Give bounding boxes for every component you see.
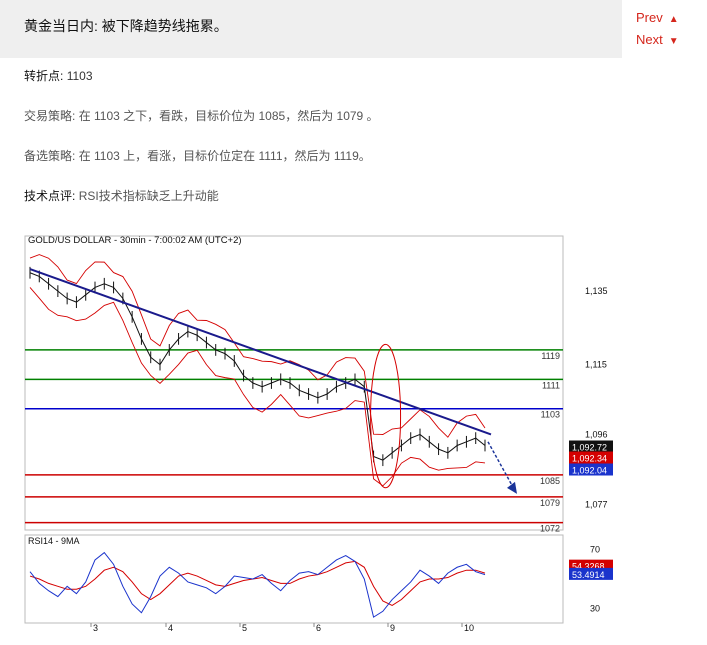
x-tick-label: 5 xyxy=(242,623,247,633)
price-tag-label: 1,092.04 xyxy=(572,466,607,476)
level-label-1103: 1103 xyxy=(541,410,560,420)
rsi-tag-label: 53.4914 xyxy=(572,570,605,580)
title-bar: 黄金当日内: 被下降趋势线拖累。 xyxy=(0,0,622,58)
next-link[interactable]: Next ▼ xyxy=(636,30,679,52)
x-tick-label: 9 xyxy=(390,623,395,633)
y-tick-label: 1,096 xyxy=(585,429,608,439)
x-tick-label: 3 xyxy=(93,623,98,633)
x-tick-label: 6 xyxy=(316,623,321,633)
comment-line: 技术点评: RSI技术指标缺乏上升动能 xyxy=(24,187,219,204)
prev-label: Prev xyxy=(636,10,663,25)
price-tag-label: 1,092.34 xyxy=(572,454,607,464)
level-label-1079: 1079 xyxy=(540,498,560,508)
pager: Prev ▲ Next ▼ xyxy=(636,8,679,52)
content-panel: 黄金当日内: 被下降趋势线拖累。 转折点: 1103 交易策略: 在 1103 … xyxy=(0,0,622,645)
pivot-label: 转折点: xyxy=(24,69,64,83)
alternative-label: 备选策略: xyxy=(24,149,76,163)
caret-up-icon: ▲ xyxy=(668,14,679,25)
strategy-label: 交易策略: xyxy=(24,109,76,123)
strategy-text: 在 1103 之下，看跌，目标价位为 1085，然后为 1079 。 xyxy=(78,109,379,123)
x-tick-label: 4 xyxy=(168,623,173,633)
x-tick-label: 10 xyxy=(464,623,474,633)
alternative-text: 在 1103 上，看涨，目标价位定在 1111，然后为 1119。 xyxy=(78,149,371,163)
page-title: 黄金当日内: 被下降趋势线拖累。 xyxy=(24,18,228,34)
prev-link[interactable]: Prev ▲ xyxy=(636,8,679,30)
pivot-line: 转折点: 1103 xyxy=(24,67,93,84)
rsi-frame xyxy=(24,534,564,624)
comment-text: RSI技术指标缺乏上升动能 xyxy=(78,189,219,203)
strategy-line: 交易策略: 在 1103 之下，看跌，目标价位为 1085，然后为 1079 。 xyxy=(24,107,379,124)
level-label-1072: 1072 xyxy=(540,524,560,534)
y-tick-label: 1,115 xyxy=(585,360,607,370)
rsi-tick-label: 70 xyxy=(590,545,600,555)
price-pane: GOLD/US DOLLAR - 30min - 7:00:02 AM (UTC… xyxy=(24,235,613,534)
rsi-title: RSI14 - 9MA xyxy=(28,536,80,546)
alternative-line: 备选策略: 在 1103 上，看涨，目标价位定在 1111，然后为 1119。 xyxy=(24,147,371,164)
price-tag-label: 1,092.72 xyxy=(572,443,607,453)
comment-label: 技术点评: xyxy=(24,189,76,203)
y-tick-label: 1,077 xyxy=(585,499,608,509)
gold-chart: GOLD/US DOLLAR - 30min - 7:00:02 AM (UTC… xyxy=(24,235,613,633)
level-label-1111: 1111 xyxy=(542,380,560,390)
next-label: Next xyxy=(636,32,663,47)
rsi-tick-label: 30 xyxy=(590,603,600,613)
price-frame xyxy=(24,235,564,531)
caret-down-icon: ▼ xyxy=(668,36,679,47)
pivot-value: 1103 xyxy=(66,69,93,83)
chart-title: GOLD/US DOLLAR - 30min - 7:00:02 AM (UTC… xyxy=(28,235,242,246)
rsi-pane: RSI14 - 9MA703054.326853.49143 4 5 6 9 10 xyxy=(24,534,613,633)
y-tick-label: 1,135 xyxy=(585,286,608,296)
level-label-1085: 1085 xyxy=(540,476,560,486)
level-label-1119: 1119 xyxy=(541,351,560,361)
